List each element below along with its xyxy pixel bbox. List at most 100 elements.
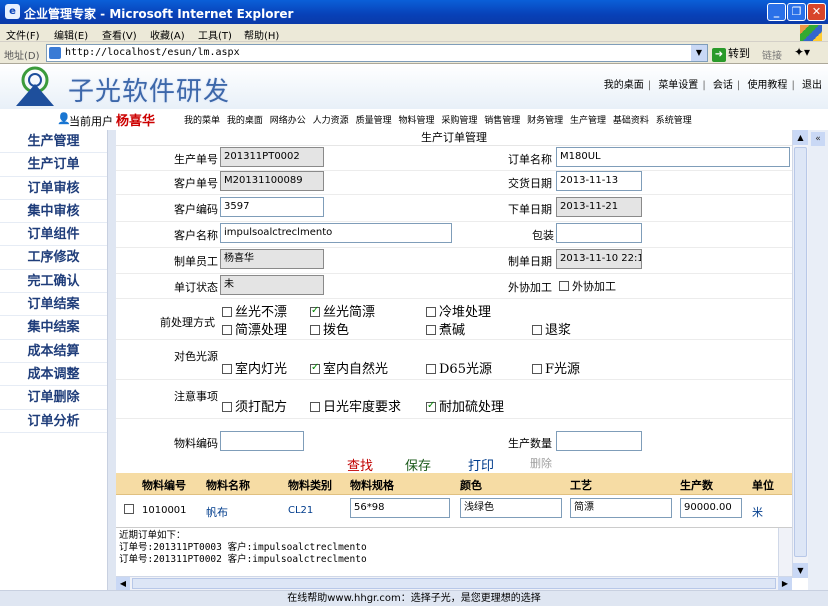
order-name-field[interactable]: M180UL <box>556 147 790 167</box>
prod-qty-field[interactable] <box>556 431 642 451</box>
toolbar-extra-icon[interactable]: ✦▾ <box>794 45 810 59</box>
pretreat-option[interactable]: 丝光不漂 <box>222 301 287 320</box>
sidebar-item-batch-close[interactable]: 集中结案 <box>0 316 107 340</box>
menu-file[interactable]: 文件(F) <box>6 27 40 42</box>
row-qty-field[interactable]: 90000.00 <box>680 498 742 518</box>
pretreat-option[interactable]: 简漂处理 <box>222 319 287 338</box>
scroll-thumb[interactable] <box>794 147 807 557</box>
table-header: 物料编号 物料名称 物料类别 物料规格 颜色 工艺 生产数 单位 <box>116 473 792 495</box>
delivery-date-label: 交货日期 <box>508 177 552 190</box>
sidebar-item-order-components[interactable]: 订单组件 <box>0 223 107 247</box>
prod-no-field[interactable]: 201311PT0002 <box>220 147 324 167</box>
delivery-date-field[interactable]: 2013-11-13 <box>556 171 642 191</box>
sidebar-item-order-close[interactable]: 订单结案 <box>0 293 107 317</box>
make-date-field[interactable]: 2013-11-10 22:12: <box>556 249 642 269</box>
print-button[interactable]: 打印 <box>468 455 494 474</box>
nav-item[interactable]: 我的桌面 <box>227 116 263 126</box>
outsource-option-label: 外协加工 <box>572 280 616 293</box>
sidebar-item-cost-settle[interactable]: 成本结算 <box>0 340 107 363</box>
go-button[interactable]: ➜ 转到 <box>712 45 750 62</box>
mat-code-field[interactable] <box>220 431 304 451</box>
top-link-session[interactable]: 会话 <box>713 80 733 91</box>
nav-item[interactable]: 人力资源 <box>313 116 349 126</box>
search-button[interactable]: 查找 <box>347 455 373 474</box>
scroll-right-icon[interactable]: ▶ <box>778 577 792 590</box>
address-input[interactable]: http://localhost/esun/lm.aspx ▼ <box>46 44 708 62</box>
sidebar-item-batch-review[interactable]: 集中审核 <box>0 200 107 224</box>
sidebar-item-process-edit[interactable]: 工序修改 <box>0 246 107 270</box>
maker-field[interactable]: 杨喜华 <box>220 249 324 269</box>
menu-edit[interactable]: 编辑(E) <box>54 27 88 42</box>
notes-option[interactable]: 日光牢度要求 <box>310 396 401 415</box>
sidebar-item-order-review[interactable]: 订单审核 <box>0 177 107 200</box>
links-button[interactable]: 链接 <box>762 47 782 62</box>
row-spec-field[interactable]: 56*98 <box>350 498 450 518</box>
sidebar-item-order-delete[interactable]: 订单删除 <box>0 386 107 410</box>
pretreat-option[interactable]: 拨色 <box>310 319 349 338</box>
outsource-checkbox[interactable]: 外协加工 <box>559 278 616 294</box>
nav-item[interactable]: 销售管理 <box>484 116 520 126</box>
close-button[interactable]: ✕ <box>807 3 826 21</box>
delete-button[interactable]: 删除 <box>530 455 552 471</box>
make-date-label: 制单日期 <box>508 255 552 268</box>
top-link-desktop[interactable]: 我的桌面 <box>604 80 644 91</box>
light-option[interactable]: 室内自然光 <box>310 358 388 377</box>
pretreat-option[interactable]: 丝光简漂 <box>310 301 375 320</box>
pretreat-option[interactable]: 退浆 <box>532 319 571 338</box>
status-field[interactable]: 未 <box>220 275 324 295</box>
save-button[interactable]: 保存 <box>405 455 431 474</box>
col-header: 物料编号 <box>142 479 186 492</box>
package-field[interactable] <box>556 223 642 243</box>
top-link-logout[interactable]: 退出 <box>802 80 822 91</box>
collapse-icon[interactable]: « <box>811 132 825 146</box>
menu-view[interactable]: 查看(V) <box>102 27 137 42</box>
horizontal-scrollbar[interactable]: ◀ ▶ <box>116 576 792 590</box>
vertical-scrollbar[interactable]: ▲ ▼ <box>792 130 808 578</box>
nav-item[interactable]: 质量管理 <box>356 116 392 126</box>
sidebar-item-completion[interactable]: 完工确认 <box>0 270 107 294</box>
right-panel-strip: « <box>808 130 828 590</box>
menu-help[interactable]: 帮助(H) <box>244 27 279 42</box>
menu-tools[interactable]: 工具(T) <box>198 27 232 42</box>
nav-item[interactable]: 网络办公 <box>270 116 306 126</box>
light-option[interactable]: F光源 <box>532 358 580 377</box>
nav-item[interactable]: 系统管理 <box>656 116 692 126</box>
sidebar-item-cost-adjust[interactable]: 成本调整 <box>0 363 107 387</box>
scroll-up-icon[interactable]: ▲ <box>793 130 808 145</box>
pretreat-option[interactable]: 冷堆处理 <box>426 301 491 320</box>
hscroll-thumb[interactable] <box>132 578 776 589</box>
row-category: CL21 <box>288 505 314 516</box>
light-option[interactable]: D65光源 <box>426 358 492 377</box>
row-color-field[interactable]: 浅绿色 <box>460 498 562 518</box>
minimize-button[interactable]: _ <box>767 3 786 21</box>
menu-favorites[interactable]: 收藏(A) <box>150 27 185 42</box>
scroll-down-icon[interactable]: ▼ <box>793 563 808 578</box>
row-process-field[interactable]: 简漂 <box>570 498 672 518</box>
cust-code-field[interactable]: 3597 <box>220 197 324 217</box>
cust-no-field[interactable]: M20131100089 <box>220 171 324 191</box>
top-link-tutorial[interactable]: 使用教程 <box>747 80 787 91</box>
log-scrollbar[interactable] <box>778 528 792 576</box>
notes-option[interactable]: 须打配方 <box>222 396 287 415</box>
light-option[interactable]: 室内灯光 <box>222 358 287 377</box>
maximize-button[interactable]: ❐ <box>787 3 806 21</box>
nav-item[interactable]: 物料管理 <box>398 116 434 126</box>
sidebar-item-order-analysis[interactable]: 订单分析 <box>0 410 107 433</box>
sidebar-item-production-mgmt[interactable]: 生产管理 <box>0 130 107 154</box>
scroll-left-icon[interactable]: ◀ <box>116 577 130 590</box>
nav-item[interactable]: 我的菜单 <box>184 116 220 126</box>
order-date-field[interactable]: 2013-11-21 <box>556 197 642 217</box>
top-link-menu-settings[interactable]: 菜单设置 <box>658 80 698 91</box>
current-user-name: 杨喜华 <box>116 114 156 129</box>
notes-option[interactable]: 耐加硫处理 <box>426 396 504 415</box>
sidebar-item-production-order[interactable]: 生产订单 <box>0 153 107 177</box>
nav-item[interactable]: 基础资料 <box>613 116 649 126</box>
chevron-down-icon[interactable]: ▼ <box>691 45 707 61</box>
cust-name-field[interactable]: impulsoalctreclmento <box>220 223 452 243</box>
row-code: 1010001 <box>142 505 187 516</box>
nav-item[interactable]: 生产管理 <box>570 116 606 126</box>
nav-item[interactable]: 财务管理 <box>527 116 563 126</box>
nav-item[interactable]: 采购管理 <box>441 116 477 126</box>
row-checkbox[interactable] <box>124 504 134 514</box>
pretreat-option[interactable]: 煮碱 <box>426 319 465 338</box>
